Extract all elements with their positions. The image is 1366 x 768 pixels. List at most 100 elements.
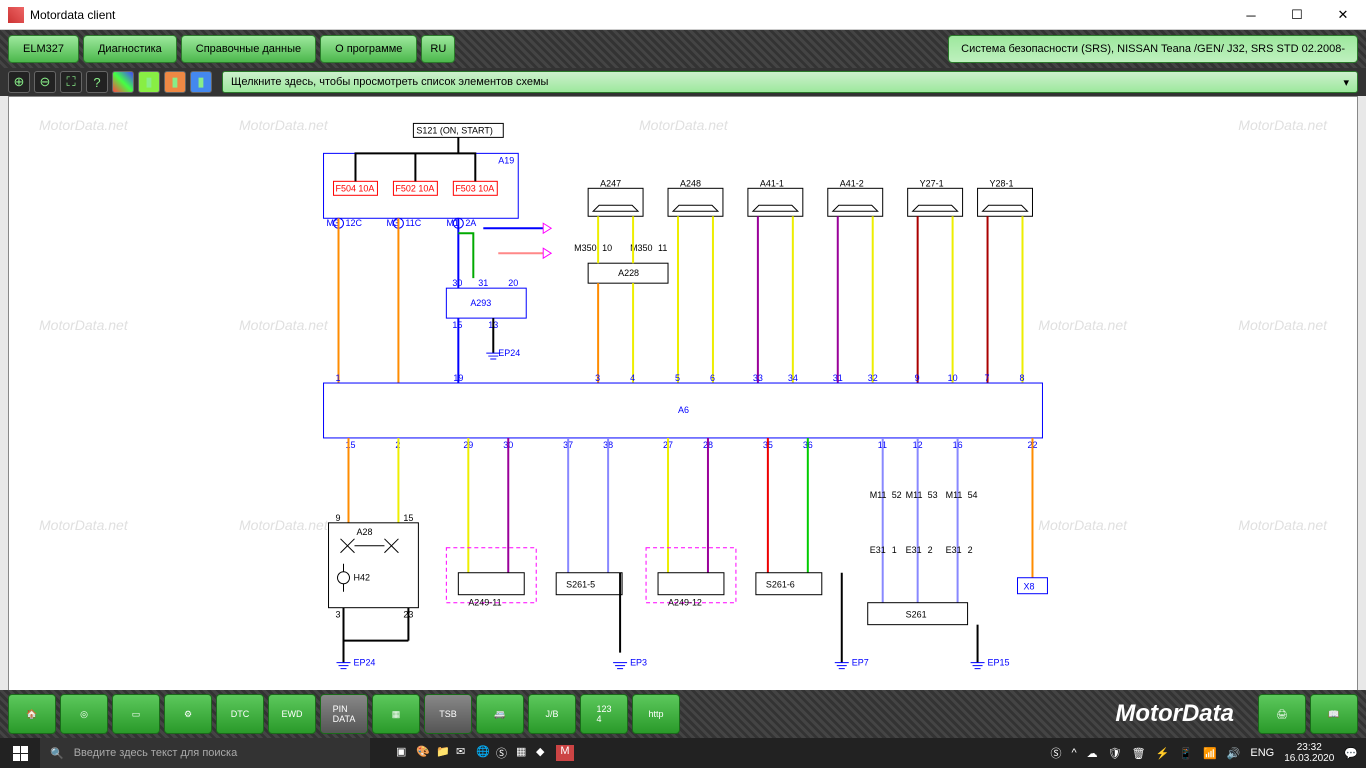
svg-text:8: 8: [1020, 373, 1025, 383]
tray-icon[interactable]: 🗑: [1132, 747, 1146, 760]
hint-dropdown[interactable]: Щелкните здесь, чтобы просмотреть список…: [222, 71, 1358, 93]
task-icon[interactable]: ▦: [516, 745, 532, 761]
svg-text:19: 19: [453, 373, 463, 383]
hint-text: Щелкните здесь, чтобы просмотреть список…: [231, 76, 548, 88]
tray-icon[interactable]: 📱: [1179, 747, 1193, 760]
car-button[interactable]: 🚐: [476, 694, 524, 734]
svg-text:E31: E31: [870, 545, 886, 555]
svg-text:A228: A228: [618, 268, 639, 278]
task-icon[interactable]: ▣: [396, 745, 412, 761]
ecu-button[interactable]: ▭: [112, 694, 160, 734]
svg-text:M11: M11: [870, 490, 887, 500]
window-title: Motordata client: [30, 8, 115, 22]
http-button[interactable]: http: [632, 694, 680, 734]
svg-text:E31: E31: [906, 545, 922, 555]
svg-text:F503 10A: F503 10A: [455, 183, 494, 193]
fuse-f502: F502 10A: [393, 181, 437, 195]
print-button[interactable]: 🖨: [1258, 694, 1306, 734]
svg-text:S261: S261: [906, 610, 927, 620]
task-icon[interactable]: Ⓢ: [496, 745, 512, 761]
svg-text:A249-11: A249-11: [468, 598, 501, 608]
zoom-in-icon[interactable]: ⊕: [8, 71, 30, 93]
svg-text:A41-1: A41-1: [760, 178, 784, 188]
clock[interactable]: 23:3216.03.2020: [1284, 742, 1334, 764]
home-button[interactable]: 🏠: [8, 694, 56, 734]
volume-icon[interactable]: 🔊: [1227, 747, 1241, 760]
help-icon[interactable]: ?: [86, 71, 108, 93]
taskbar-search[interactable]: 🔍 Введите здесь текст для поиска: [40, 738, 370, 768]
top-modules: A247 A248 A41-1 A41-2 Y27-1 Y28-1: [588, 178, 1032, 216]
wifi-icon[interactable]: 📶: [1203, 747, 1217, 760]
svg-text:EP3: EP3: [630, 658, 647, 668]
reference-button[interactable]: Справочные данные: [181, 35, 316, 63]
notifications-icon[interactable]: 💬: [1344, 747, 1358, 760]
maximize-button[interactable]: ☐: [1274, 0, 1320, 30]
language-button[interactable]: RU: [421, 35, 455, 63]
svg-text:10: 10: [948, 373, 958, 383]
gear-button[interactable]: ⚙: [164, 694, 212, 734]
zoom-out-icon[interactable]: ⊖: [34, 71, 56, 93]
task-icon[interactable]: 📁: [436, 745, 452, 761]
tray-chevron-icon[interactable]: ^: [1071, 747, 1076, 759]
fit-icon[interactable]: ⛶: [60, 71, 82, 93]
svg-text:11: 11: [658, 243, 667, 253]
task-icon[interactable]: ✉: [456, 745, 472, 761]
svg-text:10: 10: [602, 243, 612, 253]
task-icon[interactable]: 🌐: [476, 745, 492, 761]
svg-text:EP24: EP24: [498, 348, 520, 358]
jb-button[interactable]: J/B: [528, 694, 576, 734]
scope-button[interactable]: ▦: [372, 694, 420, 734]
layer3-icon[interactable]: ▮: [190, 71, 212, 93]
tray-icon[interactable]: ☁: [1087, 747, 1098, 760]
minimize-button[interactable]: ─: [1228, 0, 1274, 30]
svg-text:A19: A19: [498, 155, 514, 165]
task-icon[interactable]: 🎨: [416, 745, 432, 761]
start-button[interactable]: [0, 738, 40, 768]
svg-text:S121 (ON, START): S121 (ON, START): [416, 125, 492, 135]
svg-text:E31: E31: [946, 545, 962, 555]
svg-text:A293: A293: [470, 298, 491, 308]
dtc-button[interactable]: DTC: [216, 694, 264, 734]
svg-text:A41-2: A41-2: [840, 178, 864, 188]
svg-text:15: 15: [346, 440, 356, 450]
wiring-svg: S121 (ON, START) A19 F504 10A F502 10A F…: [9, 97, 1357, 699]
task-icon[interactable]: M: [556, 745, 574, 761]
tray-icon[interactable]: Ⓢ: [1050, 745, 1061, 761]
svg-text:2: 2: [968, 545, 973, 555]
svg-text:6: 6: [710, 373, 715, 383]
svg-text:M1: M1: [446, 218, 458, 228]
svg-text:A249-12: A249-12: [668, 598, 702, 608]
close-button[interactable]: ✕: [1320, 0, 1366, 30]
svg-text:A28: A28: [356, 527, 372, 537]
tray-icon[interactable]: ⚡: [1156, 747, 1170, 760]
book-button[interactable]: 📖: [1310, 694, 1358, 734]
pindata-button[interactable]: PINDATA: [320, 694, 368, 734]
about-button[interactable]: О программе: [320, 35, 417, 63]
search-placeholder: Введите здесь текст для поиска: [74, 747, 238, 759]
diagnostics-button[interactable]: Диагностика: [83, 35, 177, 63]
app-icon: [8, 7, 24, 23]
color-icon[interactable]: [112, 71, 134, 93]
lang-indicator[interactable]: ENG: [1250, 747, 1274, 759]
fuse-f503: F503 10A: [453, 181, 497, 195]
status-text: Система безопасности (SRS), NISSAN Teana…: [948, 35, 1358, 63]
task-icon[interactable]: ◆: [536, 745, 552, 761]
svg-text:M3: M3: [386, 218, 398, 228]
ewd-button[interactable]: EWD: [268, 694, 316, 734]
svg-text:A6: A6: [678, 405, 689, 415]
layer2-icon[interactable]: ▮: [164, 71, 186, 93]
brand-label: MotorData: [1115, 700, 1234, 728]
svg-text:2A: 2A: [465, 218, 476, 228]
engine-button[interactable]: ◎: [60, 694, 108, 734]
svg-text:S261-5: S261-5: [566, 580, 595, 590]
svg-text:32: 32: [868, 373, 878, 383]
elm-button[interactable]: ELM327: [8, 35, 79, 63]
tray-icon[interactable]: 🛡: [1108, 747, 1122, 760]
svg-text:Y27-1: Y27-1: [920, 178, 944, 188]
layer1-icon[interactable]: ▮: [138, 71, 160, 93]
taskbar: 🔍 Введите здесь текст для поиска ▣ 🎨 📁 ✉…: [0, 738, 1366, 768]
svg-text:EP7: EP7: [852, 658, 869, 668]
num-button[interactable]: 1234: [580, 694, 628, 734]
tsb-button[interactable]: TSB: [424, 694, 472, 734]
diagram-canvas[interactable]: MotorData.net MotorData.net MotorData.ne…: [8, 96, 1358, 700]
